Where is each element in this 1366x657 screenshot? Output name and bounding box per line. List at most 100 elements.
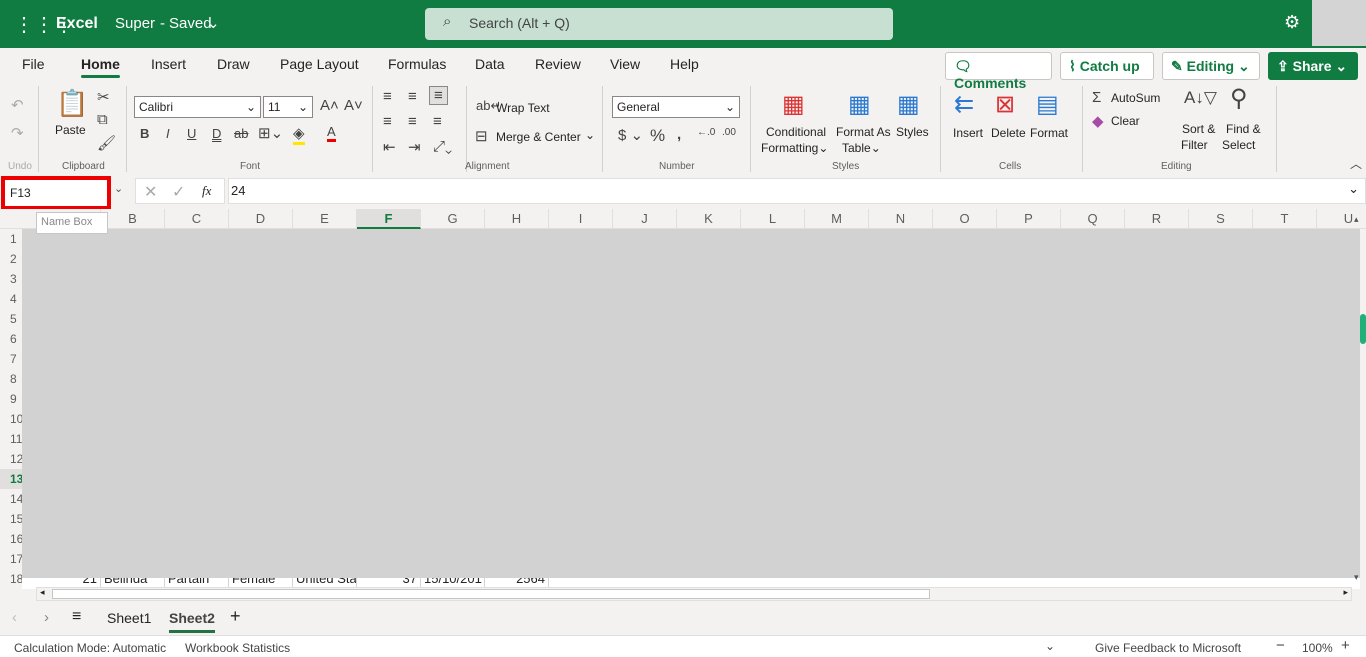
row-header-3[interactable]: 3 <box>0 269 22 289</box>
workbook-statistics[interactable]: Workbook Statistics <box>185 641 290 655</box>
sheet-tab-sheet2[interactable]: Sheet2 <box>169 610 215 633</box>
font-color-icon[interactable]: A <box>327 124 336 142</box>
decrease-decimal-icon[interactable]: .00 <box>722 127 736 138</box>
column-header-d[interactable]: D <box>229 209 293 229</box>
sheet-tab-sheet1[interactable]: Sheet1 <box>107 610 151 626</box>
column-header-s[interactable]: S <box>1189 209 1253 229</box>
column-header-o[interactable]: O <box>933 209 997 229</box>
align-right-icon[interactable]: ≡ <box>433 113 442 130</box>
tab-formulas[interactable]: Formulas <box>388 56 446 72</box>
row-header-17[interactable]: 17 <box>0 549 23 569</box>
tab-review[interactable]: Review <box>535 56 581 72</box>
tab-help[interactable]: Help <box>670 56 699 72</box>
column-header-p[interactable]: P <box>997 209 1061 229</box>
scroll-right-icon[interactable]: ▸ <box>1343 587 1348 598</box>
confirm-icon[interactable]: ✓ <box>172 182 185 202</box>
increase-indent-icon[interactable]: ⇥ <box>408 138 421 156</box>
row-header-6[interactable]: 6 <box>0 329 22 349</box>
row-header-10[interactable]: 10 <box>0 409 23 429</box>
row-header-7[interactable]: 7 <box>0 349 22 369</box>
scroll-up-icon[interactable]: ▴ <box>1354 214 1359 225</box>
tab-file[interactable]: File <box>22 56 45 72</box>
column-header-n[interactable]: N <box>869 209 933 229</box>
saved-status[interactable]: Saved <box>169 15 212 32</box>
previous-sheet-icon[interactable]: ‹ <box>12 609 17 626</box>
document-title[interactable]: Super <box>115 15 155 32</box>
paste-icon[interactable]: 📋 <box>56 88 88 119</box>
cancel-icon[interactable]: ✕ <box>144 182 157 202</box>
decrease-font-icon[interactable]: A˅ <box>344 97 363 114</box>
column-header-f[interactable]: F <box>357 209 421 229</box>
column-header-m[interactable]: M <box>805 209 869 229</box>
scroll-indicator[interactable] <box>1360 314 1366 344</box>
row-header-4[interactable]: 4 <box>0 289 22 309</box>
column-header-k[interactable]: K <box>677 209 741 229</box>
formula-input[interactable]: 24 ⌄ <box>228 178 1366 204</box>
decrease-indent-icon[interactable]: ⇤ <box>383 138 396 156</box>
column-header-i[interactable]: I <box>549 209 613 229</box>
tab-home[interactable]: Home <box>81 56 120 78</box>
insert-cells-button[interactable]: Insert <box>953 126 983 140</box>
align-bottom-icon[interactable]: ≡ <box>429 86 448 105</box>
calculation-mode[interactable]: Calculation Mode: Automatic <box>14 641 166 655</box>
percent-icon[interactable]: % <box>650 126 665 146</box>
scroll-left-icon[interactable]: ◂ <box>40 587 45 598</box>
increase-font-icon[interactable]: A˄ <box>320 97 339 114</box>
chevron-down-icon[interactable]: ⌄ <box>1045 639 1055 653</box>
avatar[interactable] <box>1312 0 1366 46</box>
row-header-18[interactable]: 18 <box>0 569 23 589</box>
increase-decimal-icon[interactable]: ←.0 <box>697 127 715 138</box>
chevron-down-icon[interactable]: ⌄ <box>114 182 123 195</box>
format-painter-icon[interactable]: 🖌 <box>97 134 116 152</box>
catch-up-button[interactable]: ⌇ Catch up <box>1060 52 1154 80</box>
row-header-5[interactable]: 5 <box>0 309 22 329</box>
scroll-down-icon[interactable]: ▾ <box>1354 572 1359 583</box>
wrap-text-button[interactable]: Wrap Text <box>496 101 550 115</box>
search-input[interactable]: ⌕ Search (Alt + Q) <box>425 8 893 40</box>
italic-icon[interactable]: I <box>166 126 170 141</box>
tab-draw[interactable]: Draw <box>217 56 250 72</box>
row-header-16[interactable]: 16 <box>0 529 23 549</box>
number-format-dropdown[interactable]: General ⌄ <box>612 96 740 118</box>
align-center-icon[interactable]: ≡ <box>408 113 417 130</box>
zoom-level[interactable]: 100% <box>1302 641 1333 655</box>
underline-icon[interactable]: U <box>187 126 196 141</box>
delete-cells-button[interactable]: Delete <box>991 126 1026 140</box>
borders-icon[interactable]: ⊞⌄ <box>258 124 283 142</box>
row-header-9[interactable]: 9 <box>0 389 22 409</box>
font-name-dropdown[interactable]: Calibri ⌄ <box>134 96 261 118</box>
font-size-dropdown[interactable]: 11 ⌄ <box>263 96 313 118</box>
tab-insert[interactable]: Insert <box>151 56 186 72</box>
tab-data[interactable]: Data <box>475 56 505 72</box>
copy-icon[interactable]: ⧉ <box>97 111 108 128</box>
format-as-table-button[interactable]: Format As <box>836 125 891 139</box>
bold-icon[interactable]: B <box>140 126 149 141</box>
row-header-15[interactable]: 15 <box>0 509 23 529</box>
orientation-icon[interactable]: ⤢⌄ <box>433 138 452 155</box>
row-header-1[interactable]: 1 <box>0 229 22 249</box>
sort-filter-button[interactable]: Sort & <box>1182 122 1215 136</box>
row-header-13[interactable]: 13 <box>0 469 23 489</box>
comma-style-icon[interactable]: , <box>677 126 681 143</box>
row-header-12[interactable]: 12 <box>0 449 23 469</box>
collapse-ribbon-icon[interactable]: ︿ <box>1350 155 1362 172</box>
tab-view[interactable]: View <box>610 56 640 72</box>
double-underline-icon[interactable]: D <box>212 126 221 141</box>
align-top-icon[interactable]: ≡ <box>383 88 392 105</box>
feedback-link[interactable]: Give Feedback to Microsoft <box>1095 641 1241 655</box>
column-header-r[interactable]: R <box>1125 209 1189 229</box>
column-header-b[interactable]: B <box>101 209 165 229</box>
row-header-2[interactable]: 2 <box>0 249 22 269</box>
column-header-q[interactable]: Q <box>1061 209 1125 229</box>
fill-color-icon[interactable]: ◈ <box>293 124 305 145</box>
autosum-button[interactable]: AutoSum <box>1111 91 1160 105</box>
column-header-e[interactable]: E <box>293 209 357 229</box>
align-middle-icon[interactable]: ≡ <box>408 88 417 105</box>
zoom-out-icon[interactable]: − <box>1276 637 1285 654</box>
column-header-t[interactable]: T <box>1253 209 1317 229</box>
scrollbar-thumb[interactable] <box>52 589 930 599</box>
align-left-icon[interactable]: ≡ <box>383 113 392 130</box>
all-sheets-menu-icon[interactable]: ≡ <box>72 608 81 626</box>
row-header-14[interactable]: 14 <box>0 489 23 509</box>
column-header-g[interactable]: G <box>421 209 485 229</box>
